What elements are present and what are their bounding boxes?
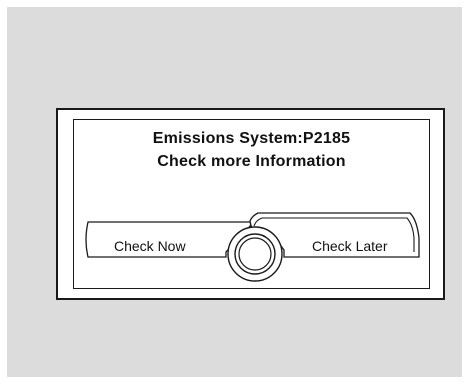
selector-knob-icon[interactable] — [227, 226, 283, 282]
display-screen: Emissions System:P2185 Check more Inform… — [56, 108, 445, 300]
check-later-label[interactable]: Check Later — [312, 238, 387, 254]
button-bar — [85, 212, 420, 282]
message-dialog: Emissions System:P2185 Check more Inform… — [73, 119, 430, 289]
background-panel: Emissions System:P2185 Check more Inform… — [7, 7, 462, 377]
check-now-label[interactable]: Check Now — [114, 238, 186, 254]
